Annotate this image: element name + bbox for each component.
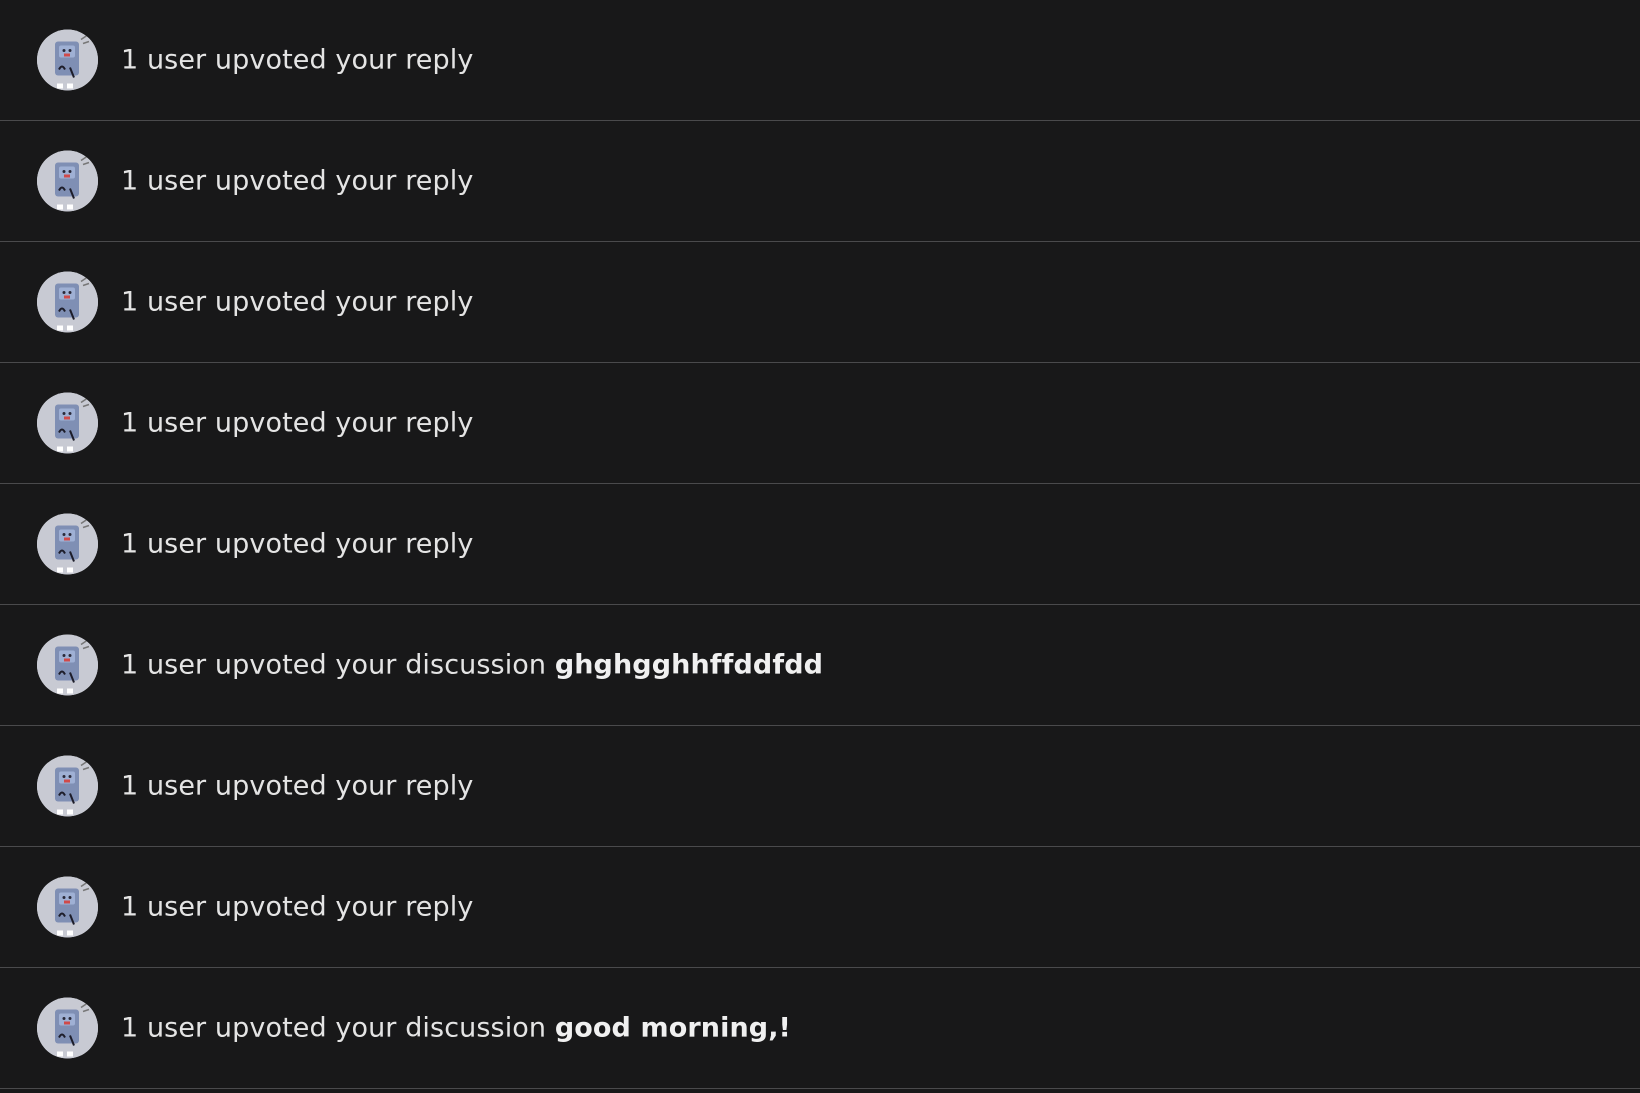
notification-list: 1 user upvoted your reply 1 user upvoted… xyxy=(0,0,1640,1093)
notification-item[interactable]: 1 user upvoted your reply xyxy=(0,242,1640,363)
user-avatar-icon xyxy=(37,997,98,1059)
notification-message: 1 user upvoted your reply xyxy=(121,165,474,197)
notification-item[interactable]: 1 user upvoted your discussion ghghgghhf… xyxy=(0,605,1640,726)
user-avatar-icon xyxy=(37,876,98,938)
notification-text: 1 user upvoted your reply xyxy=(121,45,473,76)
notification-text: 1 user upvoted your reply xyxy=(121,166,473,197)
notification-item[interactable]: 1 user upvoted your reply xyxy=(0,0,1640,121)
notification-item[interactable]: 1 user upvoted your reply xyxy=(0,121,1640,242)
notification-message: 1 user upvoted your reply xyxy=(121,44,474,76)
user-avatar-icon xyxy=(37,634,98,696)
user-avatar-icon xyxy=(37,513,98,575)
user-avatar-icon xyxy=(37,392,98,454)
notification-message: 1 user upvoted your reply xyxy=(121,407,474,439)
user-avatar-icon xyxy=(37,150,98,212)
notification-message: 1 user upvoted your reply xyxy=(121,770,474,802)
notification-message: 1 user upvoted your reply xyxy=(121,286,474,318)
notification-item[interactable]: 1 user upvoted your reply xyxy=(0,847,1640,968)
discussion-title-link[interactable]: good morning,! xyxy=(555,1013,791,1044)
notification-text: 1 user upvoted your reply xyxy=(121,771,473,802)
notification-text: 1 user upvoted your reply xyxy=(121,408,473,439)
user-avatar-icon xyxy=(37,755,98,817)
notification-text: 1 user upvoted your reply xyxy=(121,892,473,923)
notification-text: 1 user upvoted your discussion good morn… xyxy=(121,1013,791,1044)
notification-item[interactable]: 1 user upvoted your reply xyxy=(0,726,1640,847)
discussion-title-link[interactable]: ghghgghhffddfdd xyxy=(555,650,823,681)
notification-message: 1 user upvoted your reply xyxy=(121,528,474,560)
notification-item[interactable]: 1 user upvoted your reply xyxy=(0,363,1640,484)
user-avatar-icon xyxy=(37,271,98,333)
notification-item[interactable]: 1 user upvoted your discussion good morn… xyxy=(0,968,1640,1089)
notification-text: 1 user upvoted your reply xyxy=(121,529,473,560)
notification-item[interactable]: 1 user upvoted your reply xyxy=(0,484,1640,605)
notification-message: 1 user upvoted your discussion xyxy=(121,649,555,681)
notification-message: 1 user upvoted your reply xyxy=(121,891,474,923)
user-avatar-icon xyxy=(37,29,98,91)
notification-text: 1 user upvoted your reply xyxy=(121,287,473,318)
notification-text: 1 user upvoted your discussion ghghgghhf… xyxy=(121,650,823,681)
notification-message: 1 user upvoted your discussion xyxy=(121,1012,555,1044)
